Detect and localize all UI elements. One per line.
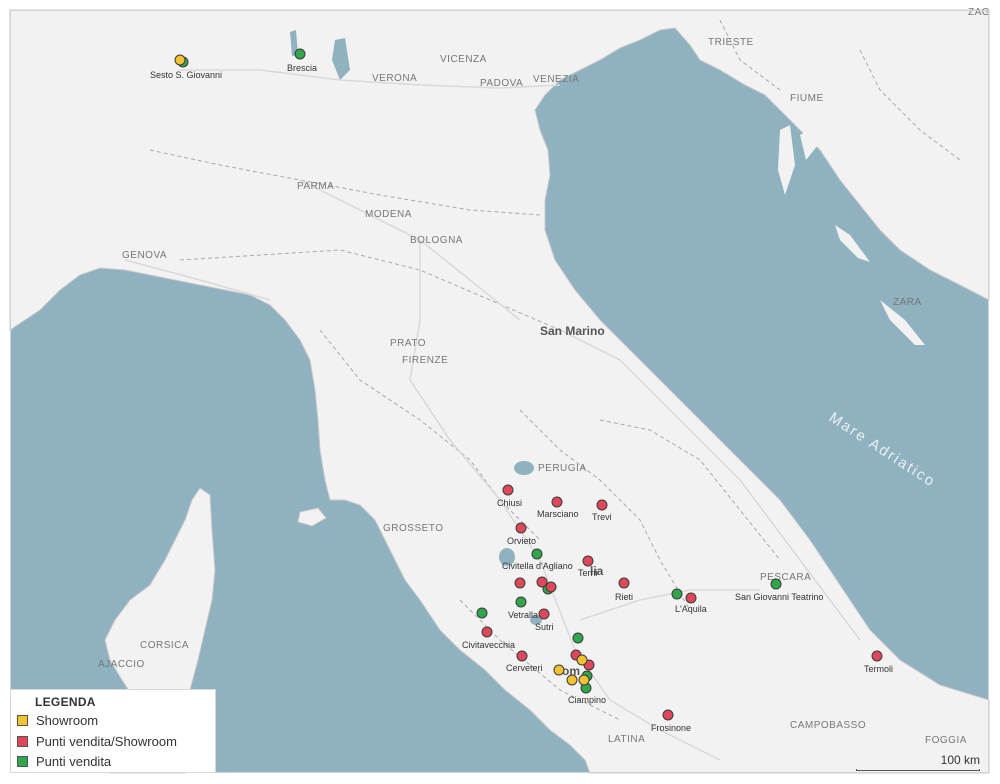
scale-bar: 100 km	[856, 752, 982, 772]
marker-punti-vendita-tarquinia[interactable]	[476, 607, 488, 619]
map-label-trieste: TRIESTE	[708, 37, 754, 48]
location-label-orvieto: Orvieto	[507, 536, 536, 546]
map-label-genova: GENOVA	[122, 250, 167, 261]
location-label-rieti: Rieti	[615, 592, 633, 602]
location-label-frosinone: Frosinone	[651, 723, 691, 733]
marker-punti-vendita-laquila[interactable]	[671, 588, 683, 600]
map-label-padova: PADOVA	[480, 78, 523, 89]
legend-label-showroom: Showroom	[36, 712, 99, 728]
map-label-san-marino: San Marino	[540, 324, 605, 338]
map-label-zag: ZAG	[968, 7, 990, 18]
map-label-pescara: PESCARA	[760, 572, 811, 583]
map-label-modena: MODENA	[365, 209, 412, 220]
map-label-prato: PRATO	[390, 338, 426, 349]
map-canvas[interactable]: TRIESTE VICENZA VERONA PADOVA VENEZIA FI…	[0, 0, 1000, 784]
marker-showroom-sesto[interactable]	[174, 54, 186, 66]
marker-punti-vendita-rome-north[interactable]	[572, 632, 584, 644]
map-label-foggia: FOGGIA	[925, 735, 967, 746]
map-label-venezia: VENEZIA	[533, 74, 579, 85]
marker-punti-showroom-orvieto[interactable]	[515, 522, 527, 534]
marker-punti-showroom-trevi[interactable]	[596, 499, 608, 511]
map-label-latina: LATINA	[608, 734, 645, 745]
legend-label-punti-vendita-showroom: Punti vendita/Showroom	[36, 733, 177, 749]
marker-punti-showroom-viterbo[interactable]	[514, 577, 526, 589]
location-label-vetralla: Vetralla	[508, 610, 538, 620]
location-label-sesto: Sesto S. Giovanni	[150, 70, 222, 80]
marker-punti-showroom-laquila[interactable]	[685, 592, 697, 604]
marker-showroom-rome-center[interactable]	[576, 654, 588, 666]
marker-punti-showroom-rieti[interactable]	[618, 577, 630, 589]
legend-item-punti-vendita-showroom[interactable]: Punti vendita/Showroom	[17, 732, 177, 750]
marker-punti-showroom-frosinone[interactable]	[662, 709, 674, 721]
location-label-brescia: Brescia	[287, 63, 317, 73]
marker-punti-showroom-chiusi[interactable]	[502, 484, 514, 496]
location-label-sutri: Sutri	[535, 622, 554, 632]
location-label-civitella: Civitella d'Agliano	[502, 561, 573, 571]
marker-punti-vendita-vetralla[interactable]	[515, 596, 527, 608]
location-label-trevi: Trevi	[592, 512, 612, 522]
location-label-laquila: L'Aquila	[675, 604, 707, 614]
legend-label-punti-vendita: Punti vendita	[36, 753, 112, 769]
legend-swatch-punti-vendita	[17, 755, 28, 767]
scale-bar-line	[856, 769, 980, 771]
marker-punti-showroom-cerveteri[interactable]	[516, 650, 528, 662]
map-label-perugia: PERUGIA	[538, 463, 587, 474]
location-label-civitavecchia: Civitavecchia	[462, 640, 515, 650]
map-label-ajaccio: AJACCIO	[98, 659, 145, 670]
location-label-terni: Terni	[578, 568, 598, 578]
legend-swatch-showroom	[17, 714, 28, 726]
marker-punti-vendita-sangiovanni[interactable]	[770, 578, 782, 590]
marker-showroom-rome-south[interactable]	[566, 674, 578, 686]
location-label-marsciano: Marsciano	[537, 509, 579, 519]
legend-title: LEGENDA	[35, 695, 96, 709]
location-label-sangiovanni: San Giovanni Teatrino	[735, 592, 823, 602]
location-label-chiusi: Chiusi	[497, 498, 522, 508]
legend-item-showroom[interactable]: Showroom	[17, 711, 98, 729]
map-label-campobasso: CAMPOBASSO	[790, 720, 866, 731]
map-label-firenze: FIRENZE	[402, 355, 448, 366]
location-label-termoli: Termoli	[864, 664, 893, 674]
legend: LEGENDA Showroom Punti vendita/Showroom …	[10, 689, 216, 773]
lake-trasimeno	[514, 461, 534, 475]
map-label-grosseto: GROSSETO	[383, 523, 444, 534]
marker-punti-showroom-terni[interactable]	[582, 555, 594, 567]
marker-punti-showroom-civita[interactable]	[545, 581, 557, 593]
marker-punti-showroom-civitavecchia[interactable]	[481, 626, 493, 638]
location-label-ciampino: Ciampino	[568, 695, 606, 705]
map-label-bologna: BOLOGNA	[410, 235, 463, 246]
marker-showroom-rome-west[interactable]	[553, 664, 565, 676]
marker-showroom-rome-southeast[interactable]	[578, 674, 590, 686]
marker-punti-showroom-montefiascone[interactable]	[536, 576, 548, 588]
scale-label: 100 km	[940, 753, 980, 767]
map-label-vicenza: VICENZA	[440, 54, 487, 65]
map-label-corsica: CORSICA	[140, 640, 189, 651]
map-label-fiume: FIUME	[790, 93, 824, 104]
marker-punti-showroom-sutri[interactable]	[538, 608, 550, 620]
location-label-cerveteri: Cerveteri	[506, 663, 543, 673]
marker-punti-showroom-termoli[interactable]	[871, 650, 883, 662]
legend-swatch-punti-vendita-showroom	[17, 735, 28, 747]
marker-punti-showroom-marsciano[interactable]	[551, 496, 563, 508]
map-label-verona: VERONA	[372, 73, 417, 84]
map-label-zara: ZARA	[893, 297, 922, 308]
map-label-parma: PARMA	[297, 181, 334, 192]
legend-item-punti-vendita[interactable]: Punti vendita	[17, 752, 111, 770]
marker-punti-vendita-civitella[interactable]	[531, 548, 543, 560]
marker-punti-vendita-brescia[interactable]	[294, 48, 306, 60]
